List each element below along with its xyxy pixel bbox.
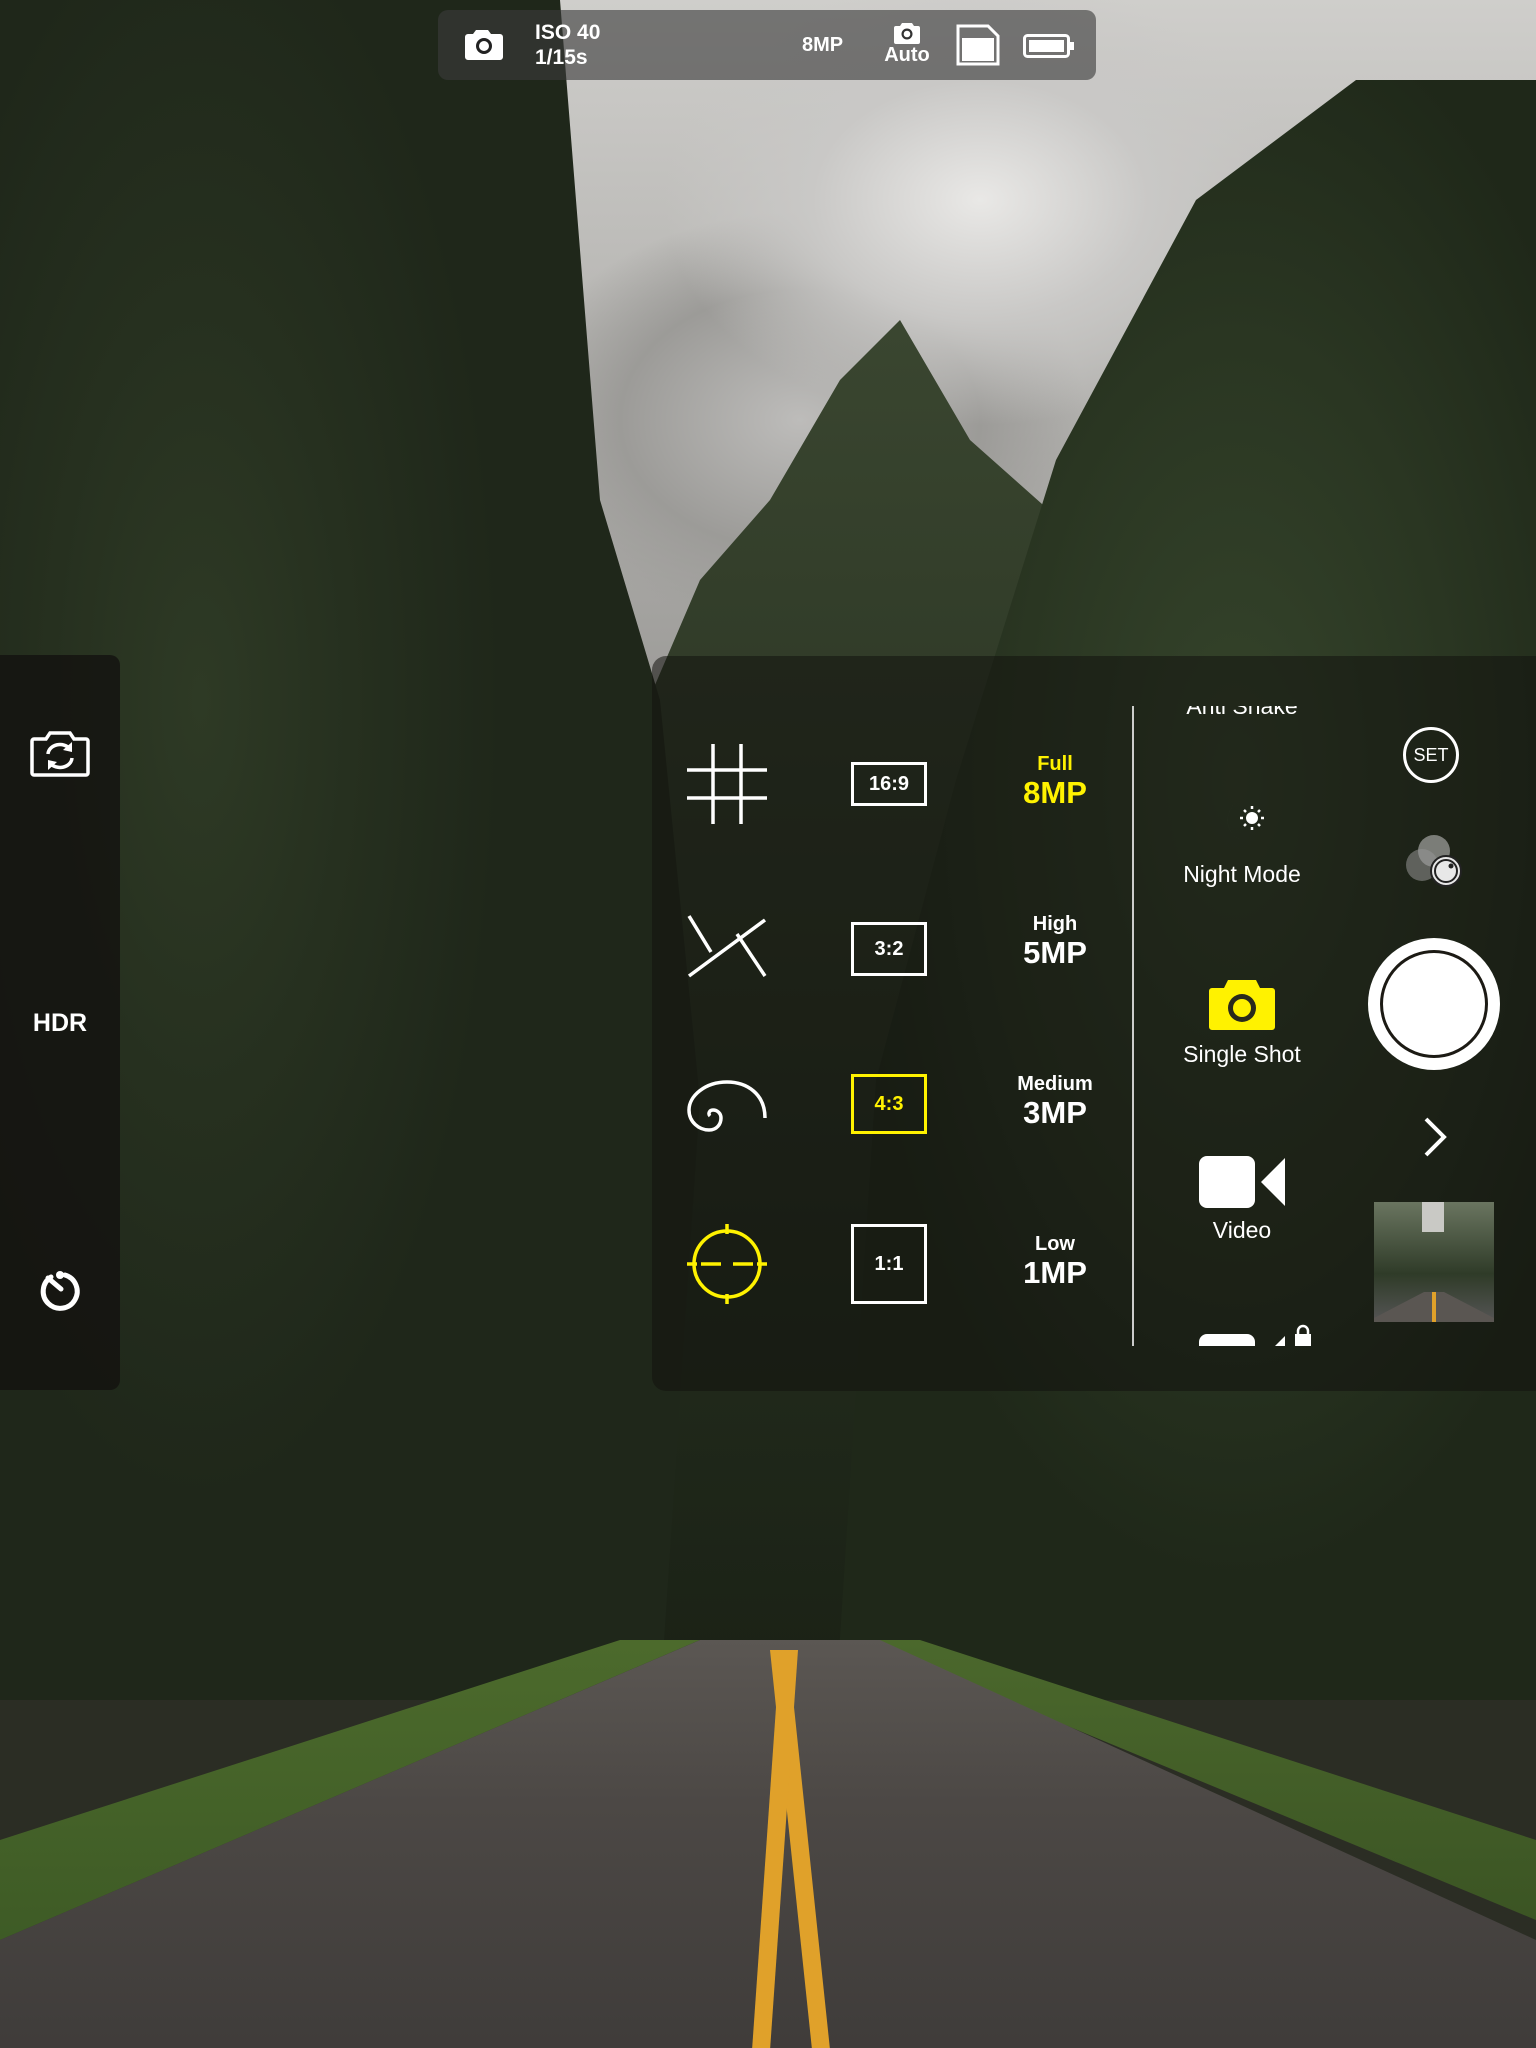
thumbnail-sky <box>1422 1202 1444 1232</box>
thumbnail-lane-line <box>1432 1292 1436 1322</box>
resolution-quality: High <box>1032 913 1078 935</box>
night-mode-icon <box>1227 800 1264 843</box>
aspect-ratio-3-2[interactable]: 3:2 <box>851 922 927 976</box>
resolution-indicator: 8MP <box>802 34 844 56</box>
resolution-megapixels: 5MP <box>1023 935 1087 970</box>
mode-locked-video[interactable] <box>1134 1334 1350 1346</box>
diagonal-icon[interactable] <box>687 904 767 984</box>
sd-card-icon <box>956 24 1000 66</box>
battery-icon <box>1023 34 1074 58</box>
hdr-toggle[interactable]: HDR <box>0 1009 120 1038</box>
resolution-quality: Full <box>1037 753 1073 775</box>
resolution-option-medium[interactable]: Medium 3MP <box>990 1072 1120 1130</box>
mode-label: Single Shot <box>1183 1041 1301 1067</box>
shutter-button[interactable] <box>1368 938 1500 1070</box>
resolution-quality: Medium <box>1017 1073 1093 1095</box>
video-icon <box>1199 1334 1285 1346</box>
exposure-readout: ISO 40 1/15s <box>535 20 600 70</box>
resolution-megapixels: 1MP <box>1023 1255 1087 1290</box>
resolution-megapixels: 8MP <box>1023 775 1087 810</box>
status-bar: ISO 40 1/15s 8MP Auto <box>438 10 1096 80</box>
mode-label: Anti Shake <box>1186 706 1298 719</box>
mode-night[interactable]: Night Mode <box>1134 796 1350 888</box>
capture-mode-list[interactable]: Anti Shake Night Mode Single Shot Video <box>1134 706 1350 1346</box>
shutter-button-inner <box>1380 950 1488 1058</box>
mode-single-shot[interactable]: Single Shot <box>1134 978 1350 1068</box>
crosshair-level-icon[interactable] <box>687 1224 767 1304</box>
grid-icon[interactable] <box>687 744 767 824</box>
shutter-speed-value: 1/15s <box>535 46 588 69</box>
golden-spiral-icon[interactable] <box>687 1064 767 1144</box>
left-control-panel: HDR <box>0 655 120 1390</box>
lock-icon <box>1295 1324 1311 1346</box>
timer-icon[interactable] <box>38 1268 82 1312</box>
resolution-megapixels: 3MP <box>1023 1095 1087 1130</box>
camera-small-icon <box>894 23 920 44</box>
resolution-option-full[interactable]: Full 8MP <box>990 752 1120 810</box>
resolution-option-low[interactable]: Low 1MP <box>990 1232 1120 1290</box>
mode-label: Video <box>1212 1217 1272 1243</box>
camera-icon <box>1209 980 1275 1030</box>
iso-value: ISO 40 <box>535 21 601 44</box>
last-photo-thumbnail[interactable] <box>1374 1202 1494 1322</box>
aspect-ratio-4-3[interactable]: 4:3 <box>851 1074 927 1134</box>
capture-mode-indicator: Auto <box>882 22 932 66</box>
capture-mode-label: Auto <box>884 44 930 66</box>
aspect-ratio-1-1[interactable]: 1:1 <box>851 1224 927 1304</box>
mode-label: Night Mode <box>1183 861 1301 887</box>
mode-anti-shake[interactable]: Anti Shake <box>1134 706 1350 720</box>
switch-camera-icon[interactable] <box>30 730 90 778</box>
settings-button[interactable]: SET <box>1403 727 1459 783</box>
filters-icon[interactable] <box>1402 835 1464 891</box>
mode-video[interactable]: Video <box>1134 1156 1350 1244</box>
video-icon <box>1199 1156 1285 1208</box>
resolution-quality: Low <box>1035 1233 1075 1255</box>
aspect-ratio-16-9[interactable]: 16:9 <box>851 762 927 806</box>
camera-icon <box>465 30 503 60</box>
resolution-option-high[interactable]: High 5MP <box>990 912 1120 970</box>
chevron-right-icon[interactable] <box>1420 1115 1450 1159</box>
